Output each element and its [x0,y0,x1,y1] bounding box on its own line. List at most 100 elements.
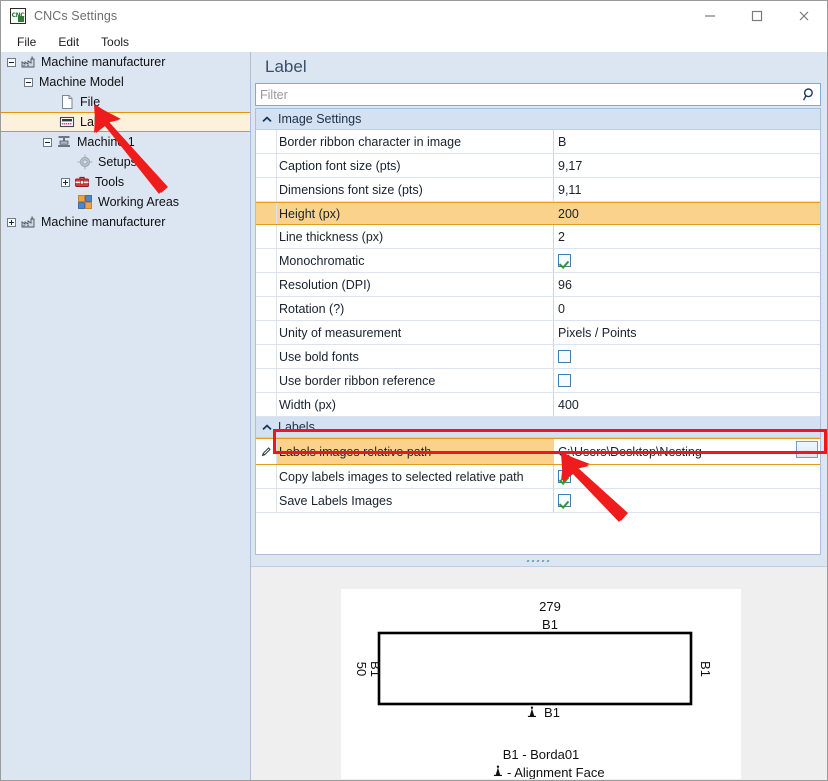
navigation-tree[interactable]: Machine manufacturer Machine Model File [1,52,251,780]
property-value[interactable]: 2 [554,225,820,248]
machine-icon [56,134,72,150]
property-row-caption-font-size[interactable]: Caption font size (pts) 9,17 [256,154,820,178]
svg-text:- Alignment Face: - Alignment Face [507,765,605,779]
property-row-unity-of-measurement[interactable]: Unity of measurement Pixels / Points [256,321,820,345]
svg-text:279: 279 [539,599,561,614]
row-gutter [256,154,277,177]
property-value[interactable] [554,249,820,272]
property-value[interactable]: 9,17 [554,154,820,177]
expander-expand-icon[interactable] [61,177,70,187]
filter-box[interactable] [255,83,821,106]
close-button[interactable] [781,1,827,30]
tree-item-machine-manufacturer-2[interactable]: Machine manufacturer [1,212,250,232]
expander-collapse-icon[interactable] [24,77,33,87]
tree-item-tools[interactable]: Tools [1,172,250,192]
cncs-settings-window: CNC CNCs Settings File Edit Tools [0,0,828,781]
property-row-line-thickness[interactable]: Line thickness (px) 2 [256,225,820,249]
tree-item-setups[interactable]: Setups [1,152,250,172]
tree-item-label-selected[interactable]: Label [1,112,250,132]
row-gutter [256,321,277,344]
tree-item-label: Machine Model [39,75,124,89]
property-grid[interactable]: Image Settings Border ribbon character i… [255,108,821,555]
property-value[interactable] [554,345,820,368]
row-gutter [256,249,277,272]
category-label: Image Settings [278,112,362,126]
splitter-grip-icon [526,560,550,562]
property-value[interactable]: B [554,130,820,153]
alignment-face-icon-legend [493,765,503,777]
property-name: Caption font size (pts) [277,154,554,177]
property-row-resolution[interactable]: Resolution (DPI) 96 [256,273,820,297]
property-value[interactable]: 0 [554,297,820,320]
label-drawing: 279 B1 50 B1 B1 B1 B1 - Borda01 - Alignm… [354,599,713,779]
use-bold-fonts-checkbox[interactable] [558,350,571,363]
tree-item-working-areas[interactable]: Working Areas [1,192,250,212]
property-value[interactable]: 400 [554,393,820,416]
tree-item-label: Setups [98,155,137,169]
svg-text:B1: B1 [544,705,560,720]
row-gutter [256,345,277,368]
property-value[interactable]: 96 [554,273,820,296]
use-border-ribbon-reference-checkbox[interactable] [558,374,571,387]
menu-item-tools[interactable]: Tools [91,33,139,51]
property-value[interactable]: Pixels / Points [554,321,820,344]
property-row-save-labels-images[interactable]: Save Labels Images [256,489,820,513]
property-row-dimensions-font-size[interactable]: Dimensions font size (pts) 9,11 [256,178,820,202]
property-row-use-bold-fonts[interactable]: Use bold fonts [256,345,820,369]
property-row-border-ribbon-character[interactable]: Border ribbon character in image B [256,130,820,154]
row-gutter [256,489,277,512]
save-labels-images-checkbox[interactable] [558,494,571,507]
search-input[interactable] [256,85,798,104]
path-row-highlight-box [273,429,827,454]
property-row-monochromatic[interactable]: Monochromatic [256,249,820,273]
search-icon[interactable] [798,87,820,102]
tree-item-label: Label [80,115,111,129]
property-value[interactable] [554,489,820,512]
tree-item-label: File [80,95,101,109]
row-gutter [256,203,277,224]
cnc-icon: CNC [10,8,26,24]
property-value[interactable]: 9,11 [554,178,820,201]
property-name: Unity of measurement [277,321,554,344]
expander-collapse-icon[interactable] [7,57,16,67]
panel-splitter[interactable] [255,556,821,566]
maximize-button[interactable] [734,1,780,30]
gear-icon [77,154,93,170]
category-header-image-settings[interactable]: Image Settings [256,109,820,130]
tree-item-machine-model[interactable]: Machine Model [1,72,250,92]
menu-item-file[interactable]: File [7,33,46,51]
property-row-height[interactable]: Height (px) 200 [256,202,820,225]
title-bar: CNC CNCs Settings [1,1,827,31]
menu-item-edit[interactable]: Edit [48,33,89,51]
monochromatic-checkbox[interactable] [558,254,571,267]
label-preview-pane: 279 B1 50 B1 B1 B1 B1 - Borda01 - Alignm… [251,566,827,780]
tree-item-label: Machine manufacturer [41,55,166,69]
row-gutter [256,465,277,488]
property-row-copy-labels-images[interactable]: Copy labels images to selected relative … [256,465,820,489]
property-name: Dimensions font size (pts) [277,178,554,201]
property-row-rotation[interactable]: Rotation (?) 0 [256,297,820,321]
svg-text:50: 50 [354,662,369,676]
areas-icon [77,194,93,210]
tree-item-machine-1[interactable]: Machine 1 [1,132,250,152]
copy-labels-images-checkbox[interactable] [558,470,571,483]
tree-item-label: Machine 1 [77,135,135,149]
property-row-width[interactable]: Width (px) 400 [256,393,820,417]
tree-item-machine-manufacturer[interactable]: Machine manufacturer [1,52,250,72]
property-value[interactable] [554,465,820,488]
tree-item-file[interactable]: File [1,92,250,112]
svg-text:B1: B1 [368,661,383,677]
chevron-up-icon[interactable] [256,115,278,123]
minimize-button[interactable] [687,1,733,30]
property-name: Use bold fonts [277,345,554,368]
expander-expand-icon[interactable] [7,217,16,227]
row-gutter [256,393,277,416]
property-value[interactable]: 200 [554,203,820,224]
property-row-use-border-ribbon-reference[interactable]: Use border ribbon reference [256,369,820,393]
property-name: Border ribbon character in image [277,130,554,153]
property-value[interactable] [554,369,820,392]
svg-text:B1 - Borda01: B1 - Borda01 [503,747,580,762]
toolbox-icon [74,174,90,190]
expander-collapse-icon[interactable] [43,137,52,147]
factory-icon [20,214,36,230]
